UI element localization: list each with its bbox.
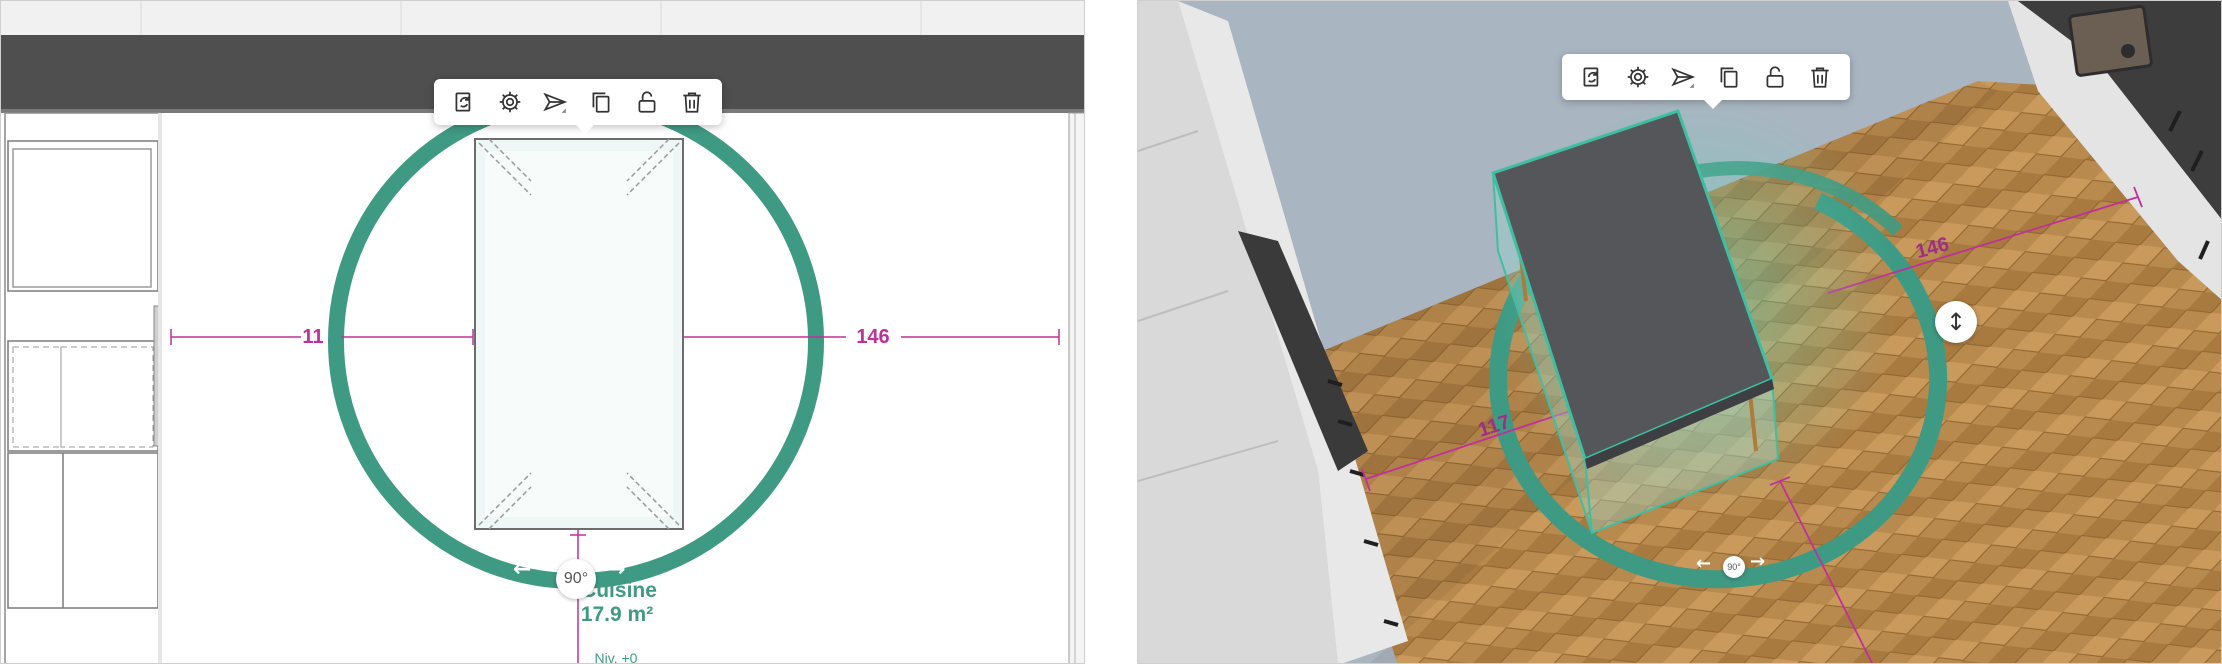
lock-button[interactable] xyxy=(629,83,665,121)
gear-icon xyxy=(499,91,520,113)
replace-object-button[interactable] xyxy=(1574,58,1610,96)
top-band xyxy=(1,1,1084,35)
duplicate-icon xyxy=(1720,67,1738,88)
vertical-move-handle[interactable]: ↕ xyxy=(1935,301,1977,343)
object-toolbar-3d xyxy=(1562,54,1850,109)
lock-button[interactable] xyxy=(1757,58,1793,96)
level-label: Niv. +0 xyxy=(595,650,638,664)
unlock-icon xyxy=(638,91,655,113)
gear-icon xyxy=(1627,66,1648,88)
replace-object-icon xyxy=(455,92,471,112)
room-area: 17.9 m² xyxy=(581,603,653,626)
cabinet-side-strip xyxy=(158,113,162,663)
align-arrow-icon xyxy=(1671,67,1696,88)
rotation-angle-value: 90° xyxy=(563,570,589,587)
duplicate-button[interactable] xyxy=(1711,58,1747,96)
trash-icon xyxy=(1811,67,1829,88)
plan-view-panel[interactable]: 11 146 Cuisine 17.9 m² Niv. +0 ← → 90° xyxy=(0,0,1085,664)
align-arrow-icon xyxy=(543,92,568,113)
cabinet-middle[interactable] xyxy=(7,340,159,452)
cabinet-top[interactable] xyxy=(7,140,159,292)
delete-button[interactable] xyxy=(1802,58,1838,96)
sink[interactable] xyxy=(2068,5,2153,77)
rotation-angle-handle-3d[interactable]: 90° xyxy=(1723,556,1745,578)
settings-button[interactable] xyxy=(1620,58,1656,96)
align-button[interactable] xyxy=(1665,58,1701,96)
rotate-right-arrow-icon[interactable]: → xyxy=(607,557,625,582)
replace-object-button[interactable] xyxy=(446,83,482,121)
unlock-icon xyxy=(1766,66,1783,88)
rotate-right-arrow-icon[interactable]: → xyxy=(1750,551,1765,572)
align-button[interactable] xyxy=(537,83,573,121)
island-inner-highlight xyxy=(485,151,673,517)
rotation-angle-handle[interactable]: 90° xyxy=(556,559,596,599)
rotate-left-arrow-icon[interactable]: ← xyxy=(1696,553,1711,574)
rotation-angle-value-3d: 90° xyxy=(1727,562,1741,572)
view-3d-panel[interactable]: 117 146 ↕ ← → 90° xyxy=(1137,0,2222,664)
right-wall-strip xyxy=(1068,112,1084,663)
dimension-label-left: 11 xyxy=(302,326,323,348)
trash-icon xyxy=(683,92,701,113)
scene-canvas[interactable]: 117 146 xyxy=(1138,1,2222,664)
object-toolbar xyxy=(434,79,722,134)
rotate-left-arrow-icon[interactable]: ← xyxy=(513,557,531,582)
dimension-label-right: 146 xyxy=(856,326,889,348)
duplicate-icon xyxy=(592,92,610,113)
duplicate-button[interactable] xyxy=(583,83,619,121)
delete-button[interactable] xyxy=(674,83,710,121)
settings-button[interactable] xyxy=(492,83,528,121)
vertical-arrows-icon: ↕ xyxy=(1945,308,1967,336)
cabinet-bottom[interactable] xyxy=(7,452,159,609)
replace-object-icon xyxy=(1583,67,1599,87)
sink-drain xyxy=(2121,44,2135,58)
